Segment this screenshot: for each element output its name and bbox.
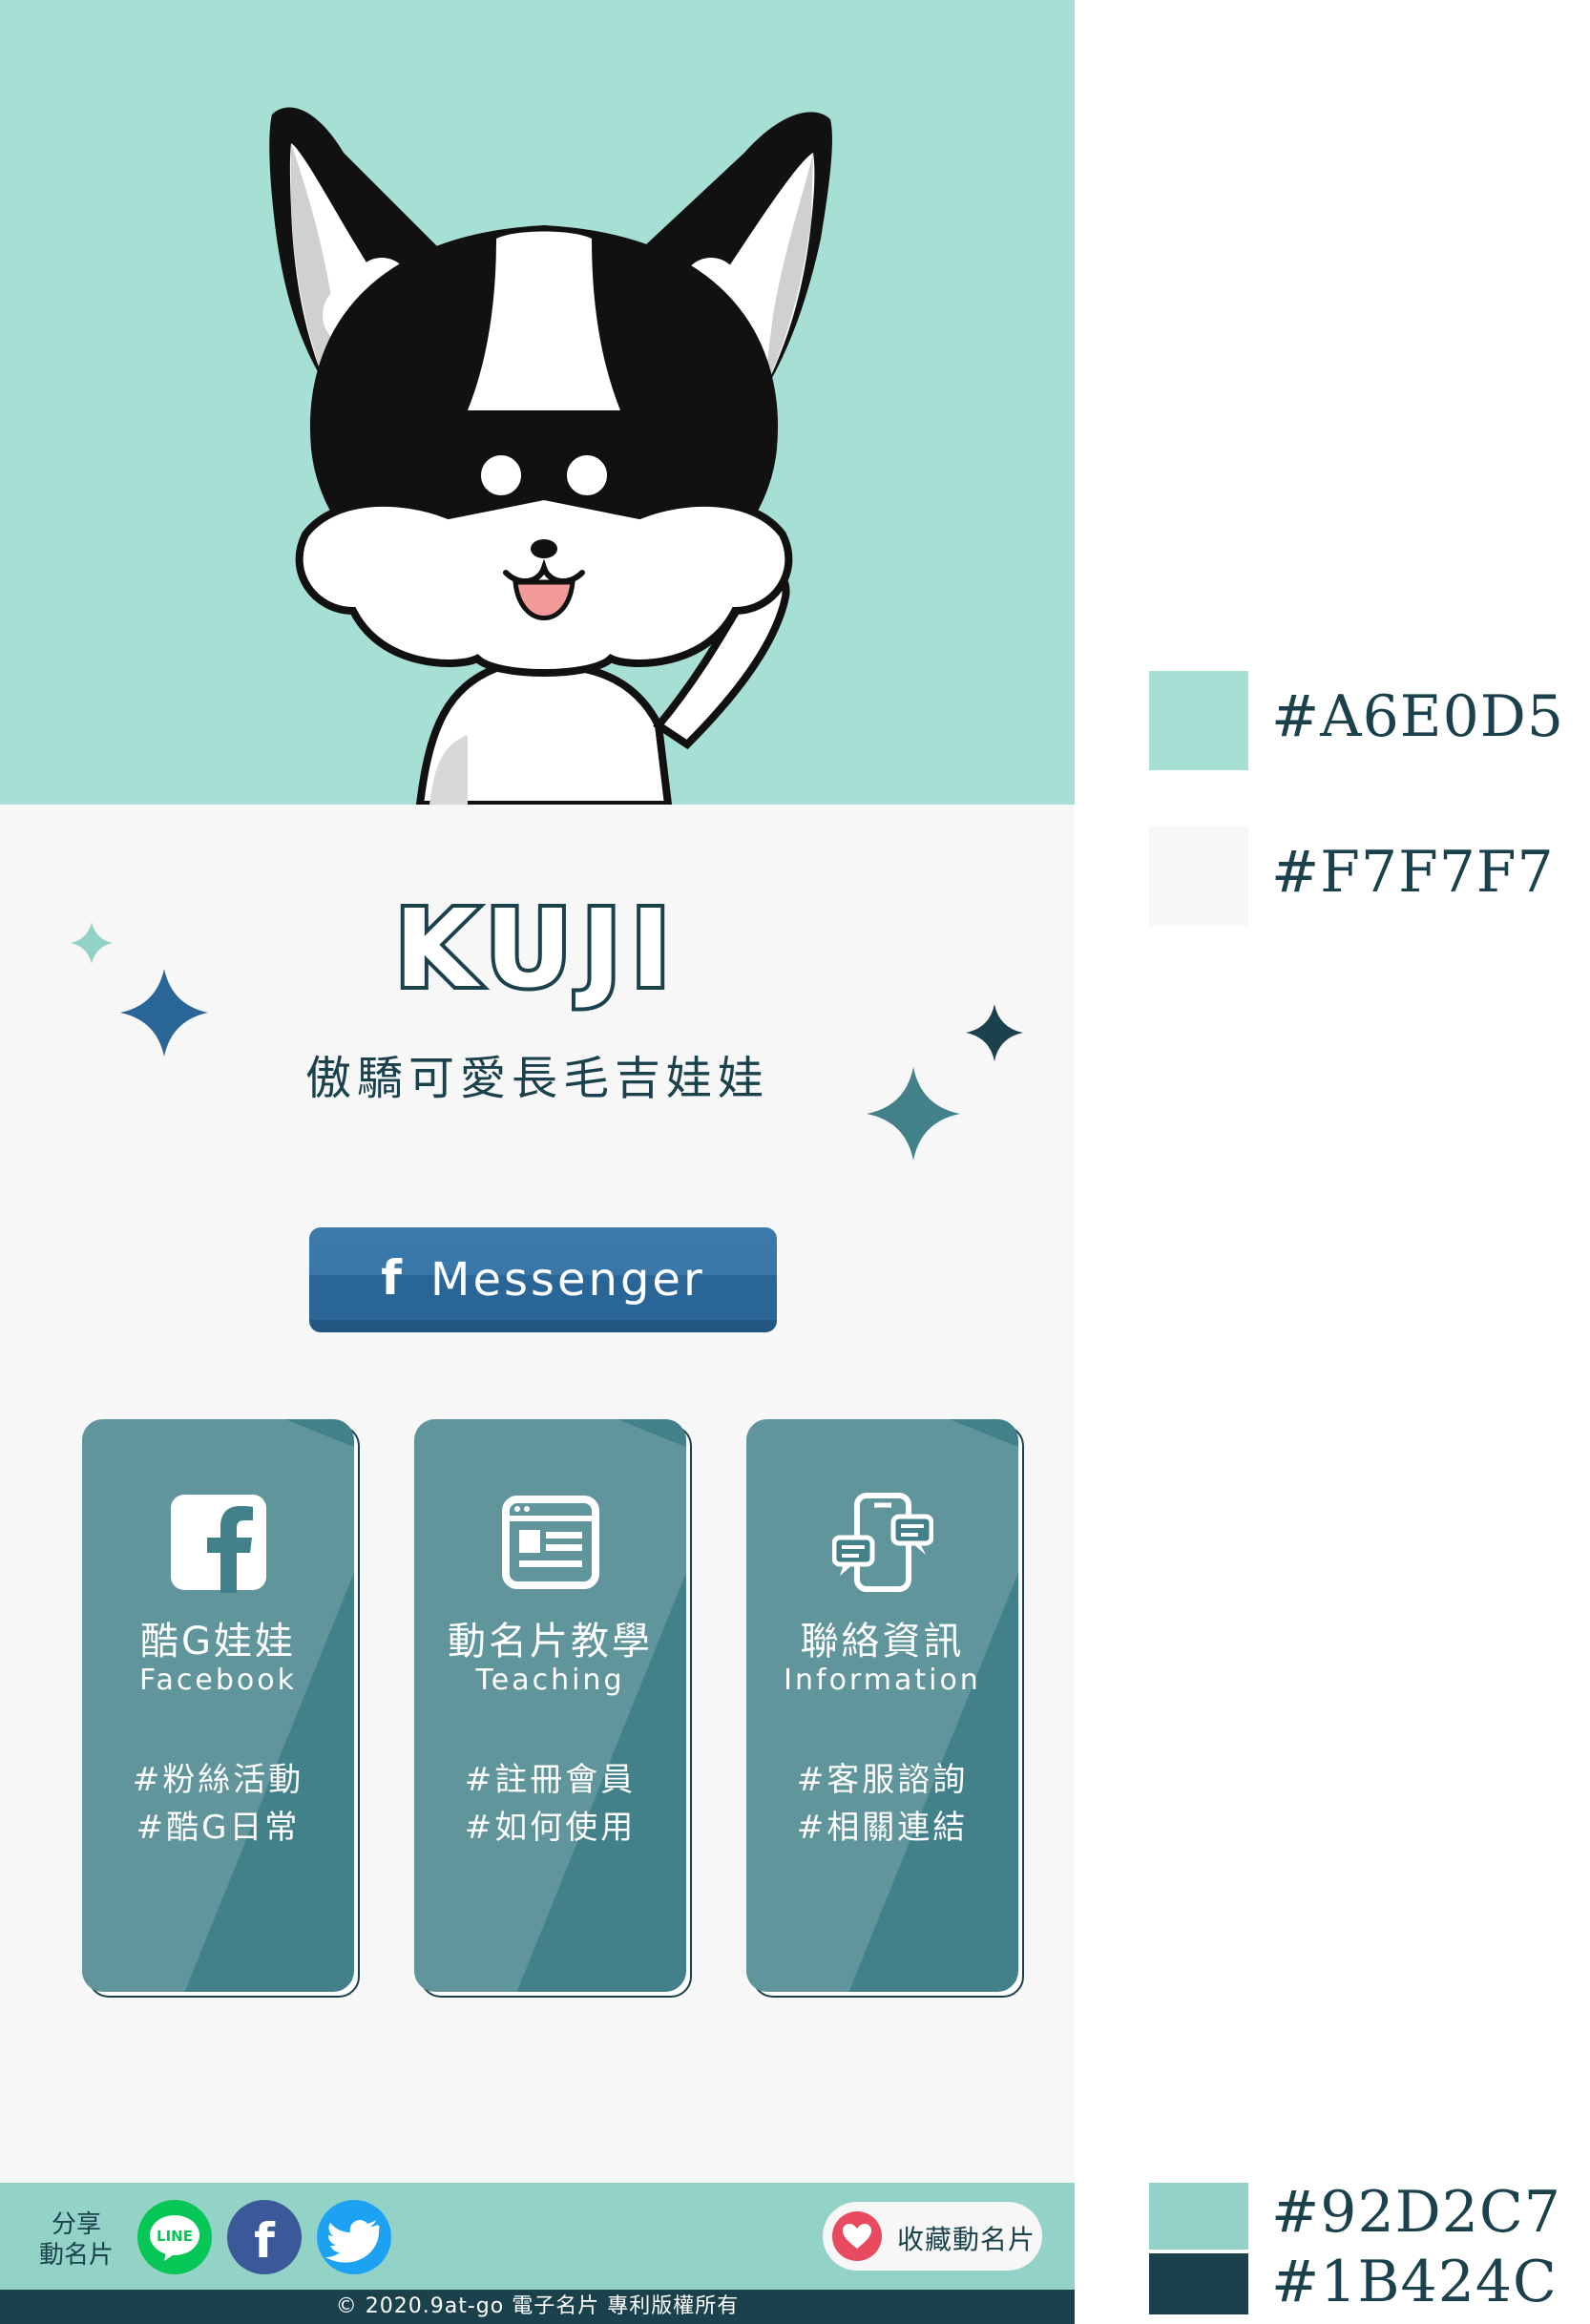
line-icon: LINE xyxy=(150,2215,199,2261)
palette-swatch xyxy=(1149,827,1248,926)
tile-subtitle: Facebook xyxy=(139,1664,297,1697)
palette-label: #92D2C7 xyxy=(1271,2179,1561,2246)
share-facebook-button[interactable]: f xyxy=(227,2200,302,2274)
copyright-bar: © 2020.9at-go 電子名片 專利版權所有 xyxy=(0,2290,1075,2324)
tile-title: 動名片教學 xyxy=(448,1620,653,1664)
business-card: KUJI 傲驕可愛長毛吉娃娃 f Messenger 酷G娃娃 Facebook… xyxy=(0,0,1075,2324)
palette-label: #A6E0D5 xyxy=(1271,683,1565,750)
tile-subtitle: Information xyxy=(784,1664,981,1697)
facebook-f-icon: f xyxy=(381,1250,403,1306)
tile-tag: #如何使用 xyxy=(464,1809,637,1847)
tile-tag: #粉絲活動 xyxy=(132,1761,304,1799)
tile-facebook[interactable]: 酷G娃娃 Facebook #粉絲活動 #酷G日常 xyxy=(82,1419,360,1998)
kuji-dog-illustration xyxy=(269,107,832,805)
palette-label: #F7F7F7 xyxy=(1271,839,1555,906)
tile-tag: #註冊會員 xyxy=(464,1761,637,1799)
tile-teaching[interactable]: 動名片教學 Teaching #註冊會員 #如何使用 xyxy=(414,1419,692,1998)
heart-icon xyxy=(832,2211,882,2261)
svg-text:f: f xyxy=(254,2213,276,2269)
palette-swatch xyxy=(1149,671,1248,770)
profile-title: KUJI xyxy=(390,884,680,1015)
tile-tag: #酷G日常 xyxy=(136,1809,301,1847)
tile-tag: #相關連結 xyxy=(796,1809,969,1847)
facebook-icon xyxy=(171,1495,266,1593)
svg-text:LINE: LINE xyxy=(157,2228,193,2245)
messenger-button[interactable]: f Messenger xyxy=(309,1227,777,1332)
share-twitter-button[interactable] xyxy=(317,2200,391,2274)
facebook-icon: f xyxy=(254,2213,276,2269)
palette-label: #1B424C xyxy=(1271,2249,1558,2315)
save-card-button[interactable]: 收藏動名片 xyxy=(823,2202,1042,2271)
hero-banner xyxy=(0,0,1075,805)
save-card-label: 收藏動名片 xyxy=(897,2224,1036,2255)
tile-title: 聯絡資訊 xyxy=(800,1620,965,1664)
tile-title: 酷G娃娃 xyxy=(140,1620,296,1664)
profile-subtitle: 傲驕可愛長毛吉娃娃 xyxy=(304,1052,769,1105)
browser-card-icon xyxy=(502,1496,599,1589)
tile-information[interactable]: 聯絡資訊 Information #客服諮詢 #相關連結 xyxy=(746,1419,1024,1998)
tile-subtitle: Teaching xyxy=(475,1664,625,1697)
phone-chat-icon xyxy=(832,1493,933,1592)
share-line-button[interactable]: LINE xyxy=(137,2200,212,2274)
share-footer: 分享 動名片 LINE f 收藏動名片 xyxy=(0,2183,1075,2290)
messenger-label: Messenger xyxy=(430,1253,705,1307)
palette-swatch xyxy=(1149,2253,1248,2314)
twitter-icon xyxy=(325,2220,380,2263)
tile-tag: #客服諮詢 xyxy=(796,1761,969,1799)
share-label: 分享 動名片 xyxy=(38,2210,114,2270)
palette-swatch xyxy=(1149,2183,1248,2250)
